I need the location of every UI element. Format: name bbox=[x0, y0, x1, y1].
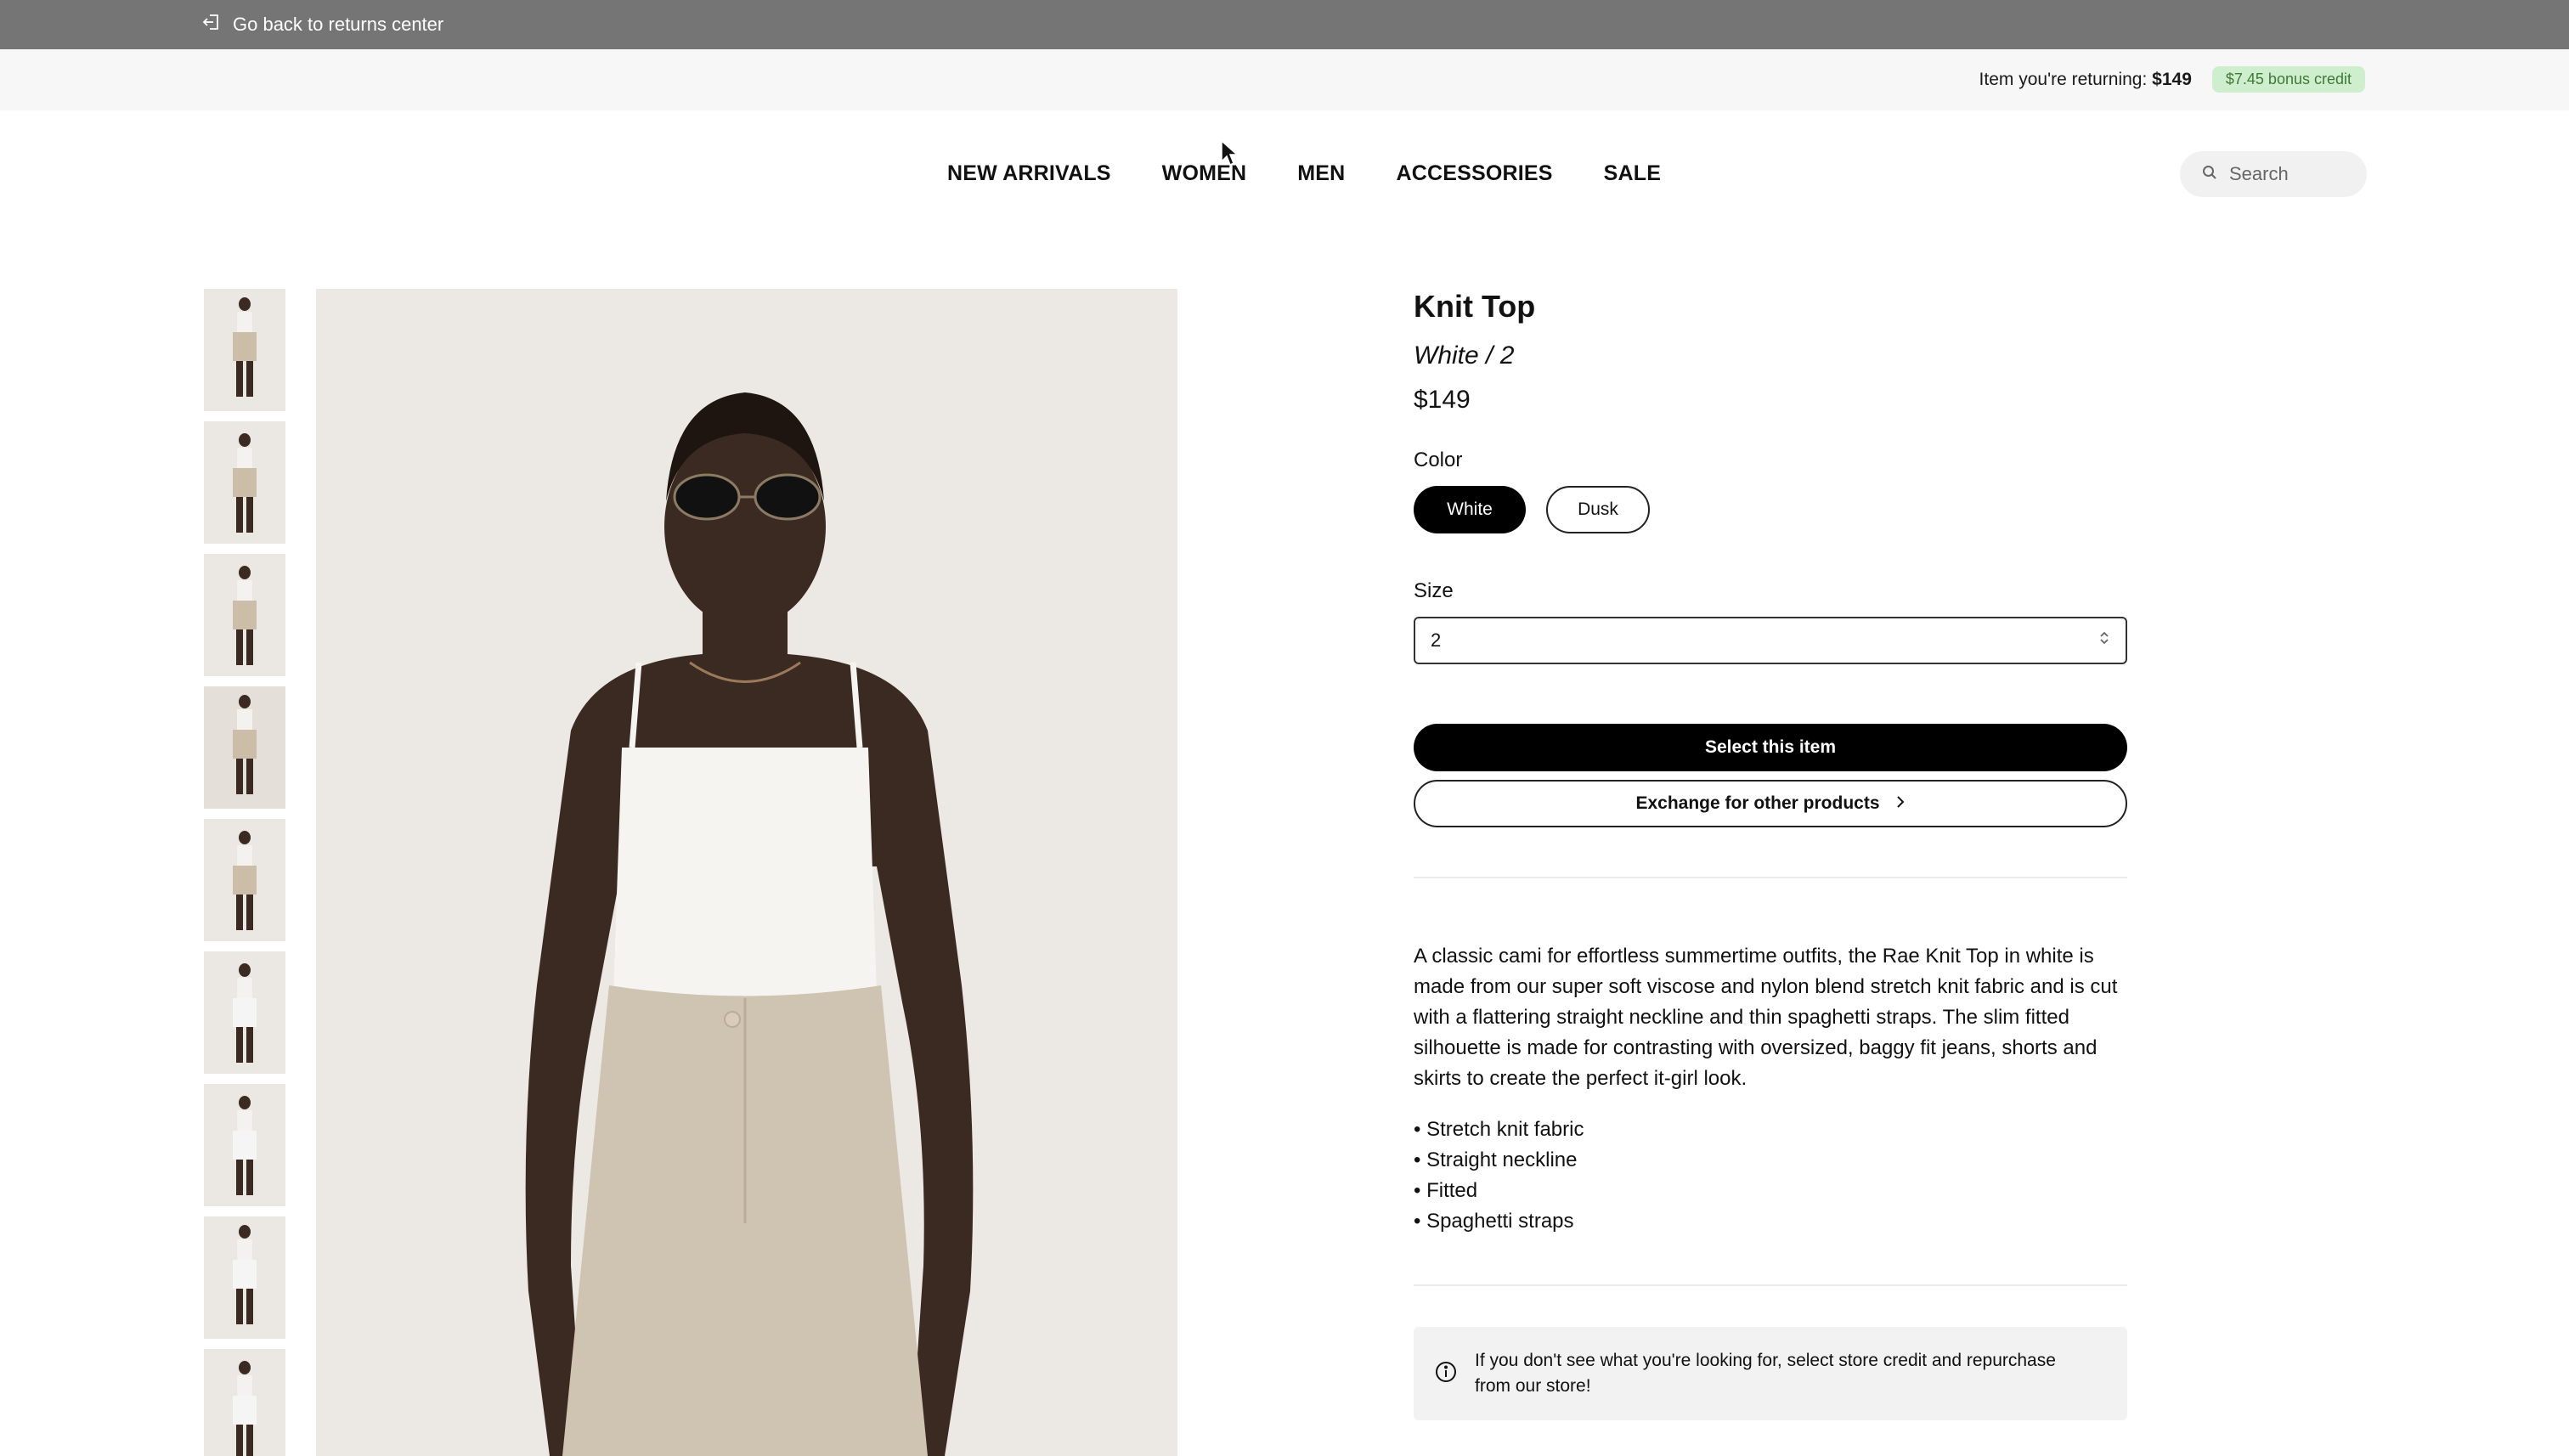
size-select-value: 2 bbox=[1431, 629, 1442, 651]
info-icon bbox=[1434, 1360, 1458, 1388]
returning-bar: Item you're returning: $149 $7.45 bonus … bbox=[0, 49, 2569, 110]
thumbnail-figure bbox=[233, 695, 257, 794]
divider bbox=[1414, 877, 2127, 878]
thumbnail-figure bbox=[233, 1361, 257, 1456]
size-select[interactable]: 2 bbox=[1414, 617, 2127, 664]
search-icon bbox=[2202, 165, 2217, 184]
divider bbox=[1414, 1284, 2127, 1286]
feature-item: • Spaghetti straps bbox=[1414, 1210, 1574, 1233]
product-main-image bbox=[316, 289, 1177, 1456]
store-credit-notice: If you don't see what you're looking for… bbox=[1414, 1327, 2127, 1420]
bonus-credit-badge: $7.45 bonus credit bbox=[2211, 66, 2365, 93]
nav-item-accessories[interactable]: ACCESSORIES bbox=[1396, 161, 1552, 186]
feature-item: • Straight neckline bbox=[1414, 1148, 1578, 1171]
color-option-white[interactable]: White bbox=[1414, 486, 1526, 533]
feature-list: • Stretch knit fabric • Straight necklin… bbox=[1414, 1115, 2127, 1237]
chevron-right-icon bbox=[1895, 793, 1906, 814]
nav-item-men[interactable]: MEN bbox=[1297, 161, 1345, 186]
nav-items: NEW ARRIVALS WOMEN MEN ACCESSORIES SALE bbox=[947, 161, 1712, 186]
product-thumbnail[interactable] bbox=[204, 1349, 285, 1456]
product-description: A classic cami for effortless summertime… bbox=[1414, 945, 2118, 1090]
thumbnail-figure bbox=[233, 297, 257, 397]
product-thumbnail[interactable] bbox=[204, 686, 285, 809]
returning-amount: $149 bbox=[2152, 69, 2192, 89]
exchange-button-label: Exchange for other products bbox=[1635, 793, 1880, 813]
color-label: Color bbox=[1414, 449, 1463, 471]
thumbnail-figure bbox=[233, 566, 257, 665]
product-panel: Knit Top White / 2 $149 Color White Dusk… bbox=[1414, 289, 2127, 1420]
product-title: Knit Top bbox=[1414, 289, 1536, 324]
thumbnail-figure bbox=[233, 831, 257, 930]
exit-door-icon bbox=[202, 13, 221, 37]
thumbnail-figure bbox=[233, 963, 257, 1063]
search-input[interactable] bbox=[2229, 163, 2348, 185]
notice-text: If you don't see what you're looking for… bbox=[1475, 1351, 2056, 1396]
product-thumbnail[interactable] bbox=[204, 421, 285, 544]
product-variant: White / 2 bbox=[1414, 341, 1515, 370]
product-thumbnail[interactable] bbox=[204, 1216, 285, 1339]
model-illustration bbox=[316, 289, 1177, 1456]
returning-text: Item you're returning: $149 bbox=[1979, 70, 2192, 90]
color-options: White Dusk bbox=[1414, 486, 2127, 533]
select-item-button[interactable]: Select this item bbox=[1414, 724, 2127, 771]
main-nav: NEW ARRIVALS WOMEN MEN ACCESSORIES SALE bbox=[0, 110, 2569, 238]
color-option-dusk[interactable]: Dusk bbox=[1546, 486, 1650, 533]
mouse-cursor-icon bbox=[1221, 139, 1239, 166]
product-thumbnail[interactable] bbox=[204, 819, 285, 941]
thumbnail-figure bbox=[233, 1096, 257, 1195]
exchange-button[interactable]: Exchange for other products bbox=[1414, 780, 2127, 827]
product-thumbnail[interactable] bbox=[204, 554, 285, 676]
back-to-returns-link[interactable]: Go back to returns center bbox=[202, 10, 443, 39]
nav-item-sale[interactable]: SALE bbox=[1604, 161, 1661, 186]
returning-info: Item you're returning: $149 $7.45 bonus … bbox=[1979, 66, 2365, 93]
back-link-label: Go back to returns center bbox=[233, 14, 444, 35]
thumbnail-strip bbox=[204, 289, 285, 1456]
returning-label: Item you're returning: bbox=[1979, 69, 2148, 89]
nav-item-new-arrivals[interactable]: NEW ARRIVALS bbox=[947, 161, 1111, 186]
product-thumbnail[interactable] bbox=[204, 1084, 285, 1206]
feature-item: • Stretch knit fabric bbox=[1414, 1118, 1584, 1141]
product-thumbnail[interactable] bbox=[204, 951, 285, 1074]
chevron-updown-icon bbox=[2098, 629, 2110, 652]
product-thumbnail[interactable] bbox=[204, 289, 285, 411]
product-price: $149 bbox=[1414, 386, 1471, 414]
thumbnail-figure bbox=[233, 433, 257, 533]
search-box[interactable] bbox=[2180, 151, 2367, 197]
returns-topbar: Go back to returns center bbox=[0, 0, 2569, 49]
feature-item: • Fitted bbox=[1414, 1179, 1478, 1202]
thumbnail-figure bbox=[233, 1225, 257, 1324]
size-label: Size bbox=[1414, 579, 1454, 602]
